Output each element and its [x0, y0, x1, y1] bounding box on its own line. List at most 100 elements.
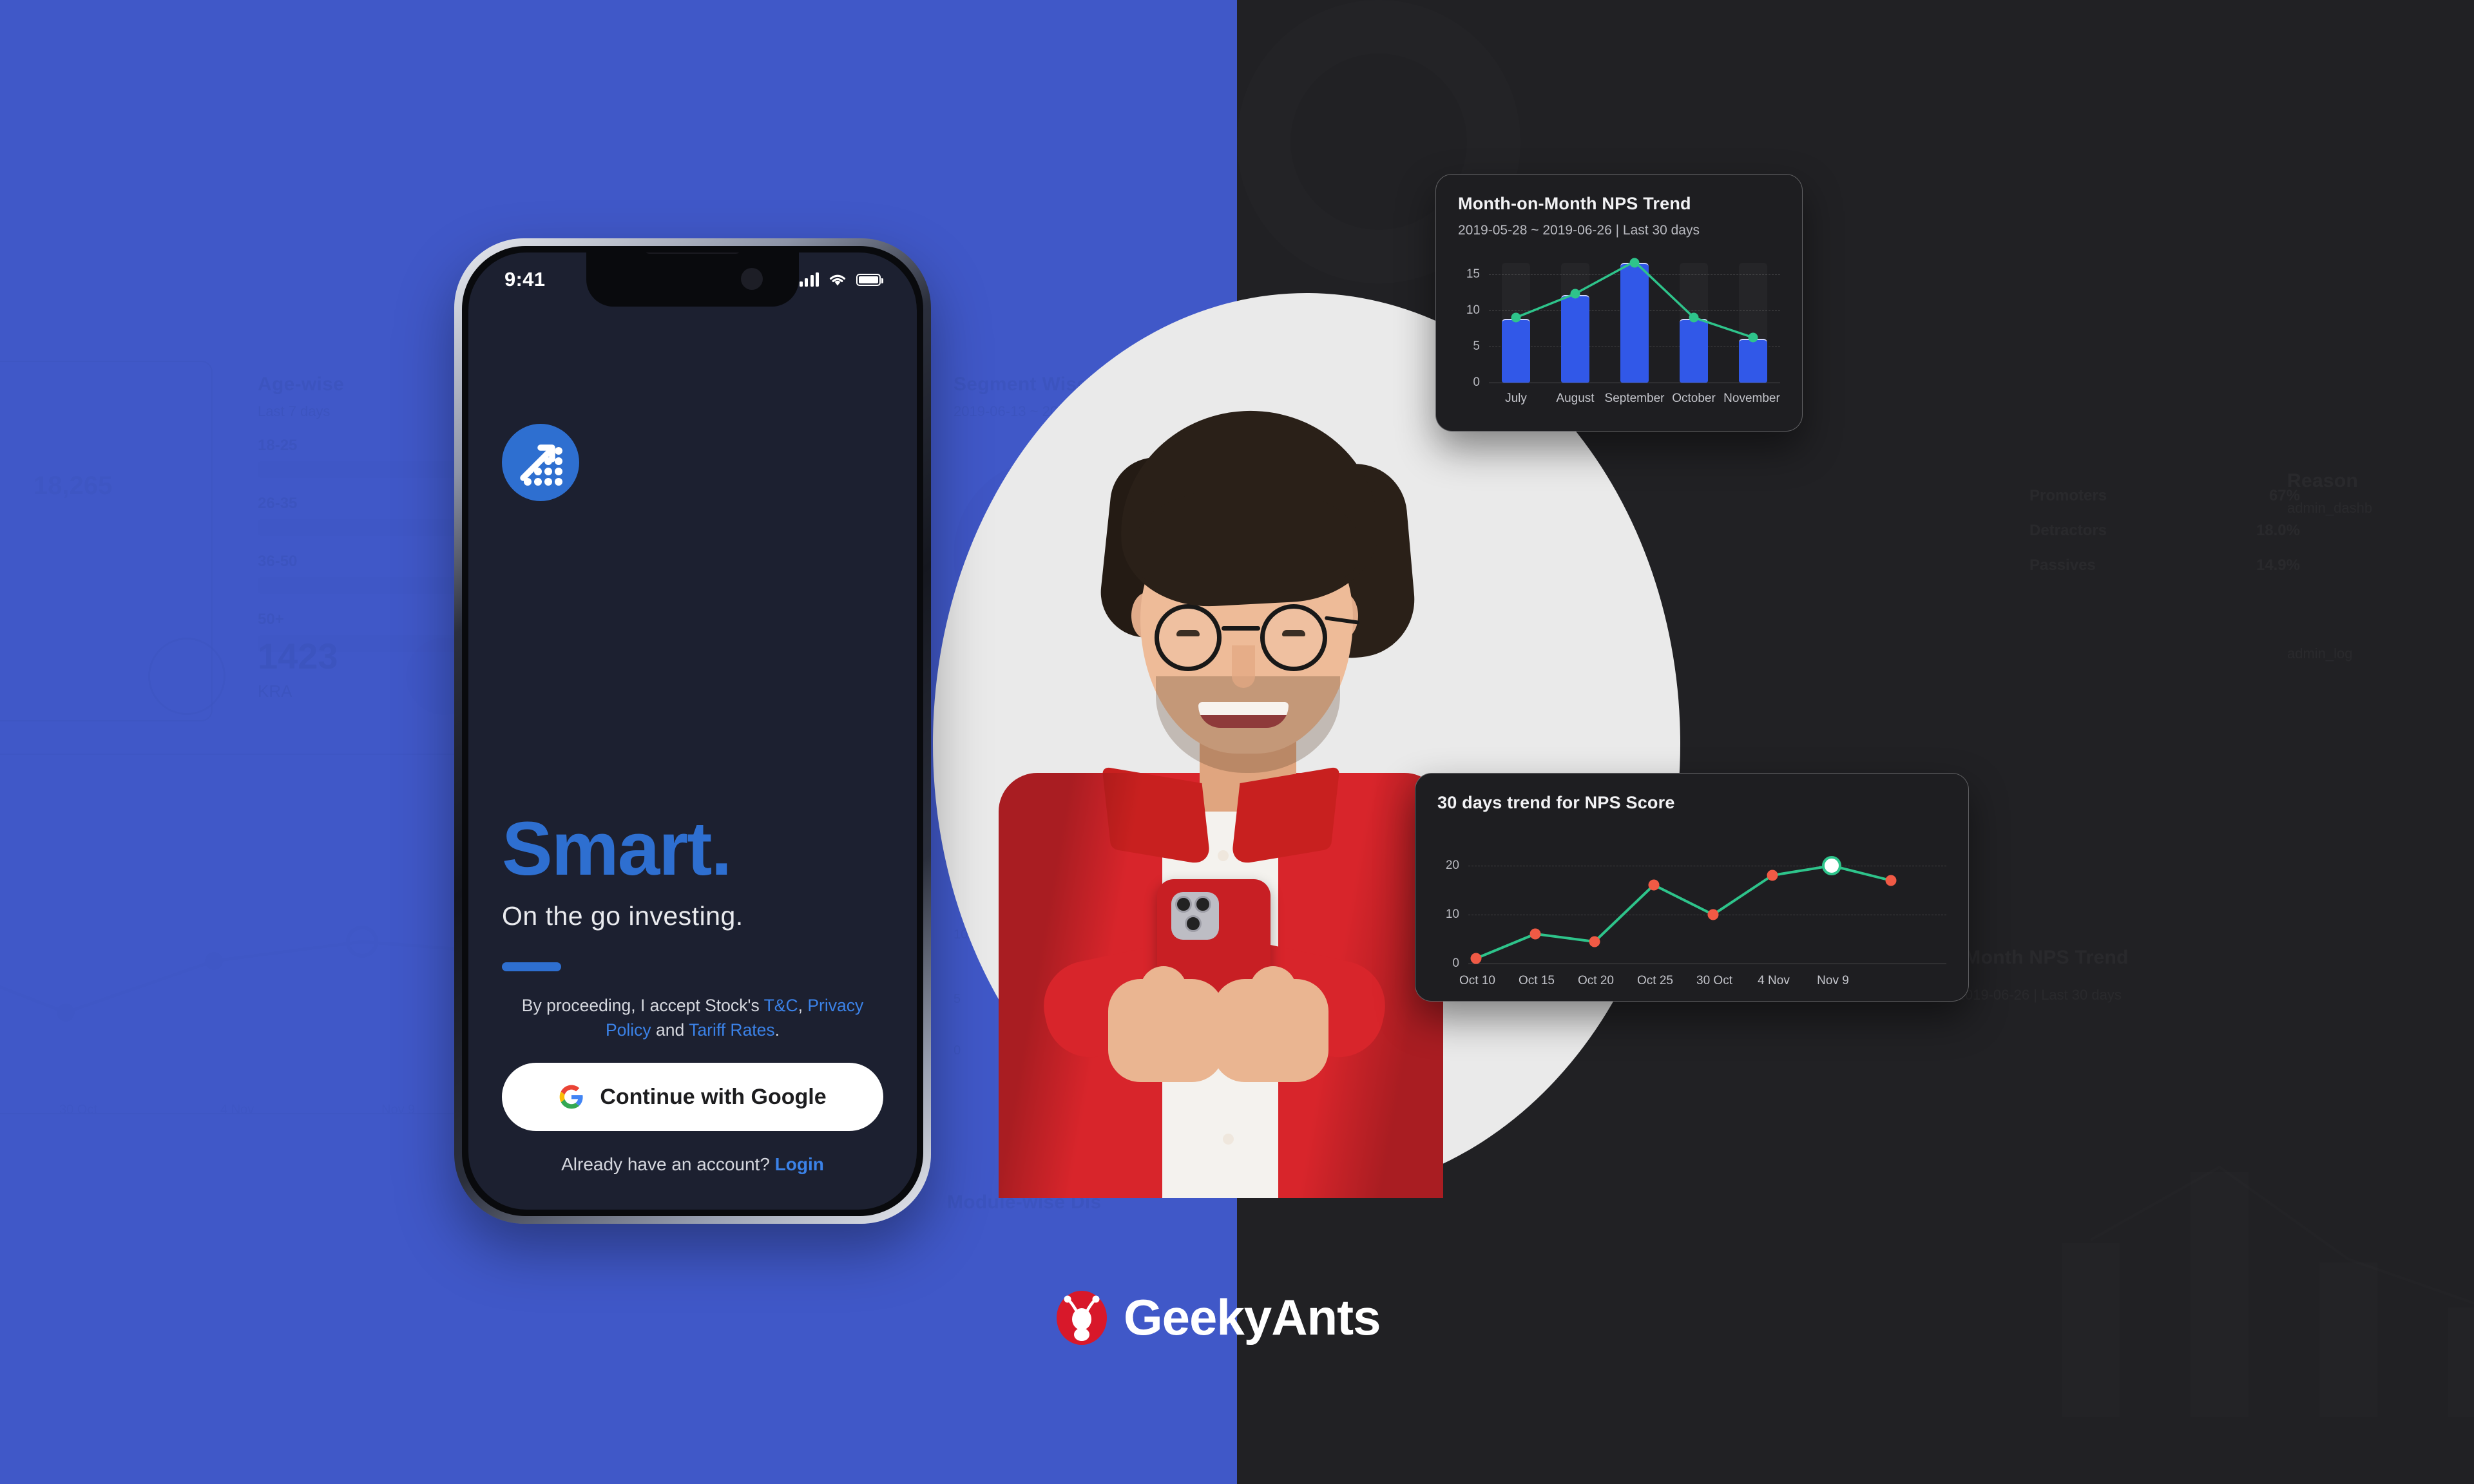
- tariff-rates-link[interactable]: Tariff Rates: [689, 1020, 775, 1040]
- trend-series-area: [1468, 848, 1946, 964]
- status-icon-group: [799, 272, 883, 287]
- app-logo: [502, 424, 579, 501]
- ghost-kra-label: KRA: [258, 681, 292, 701]
- page-title: Smart.: [502, 806, 732, 891]
- cellular-bars-icon: [799, 272, 819, 287]
- continue-with-google-label: Continue with Google: [600, 1084, 827, 1109]
- trend-ytick-20: 20: [1445, 859, 1459, 872]
- trend-point: [1767, 870, 1778, 881]
- trend-point: [1529, 928, 1541, 940]
- login-prompt-text: Already have an account?: [561, 1154, 775, 1174]
- ghost-right-bars: [1946, 1095, 2474, 1417]
- login-link[interactable]: Login: [775, 1154, 824, 1174]
- person-fringe: [1133, 490, 1362, 586]
- legal-text: By proceeding, I accept Stock's T&C, Pri…: [502, 993, 883, 1042]
- brand-footer: GeekyAnts: [1057, 1288, 1381, 1347]
- nps-line-point: [1748, 332, 1758, 343]
- onboarding-footer: By proceeding, I accept Stock's T&C, Pri…: [502, 993, 883, 1210]
- trend-point: [1707, 909, 1719, 920]
- nps-line-point: [1511, 312, 1521, 323]
- terms-link[interactable]: T&C: [764, 996, 798, 1015]
- trend-ytick-0: 0: [1452, 956, 1459, 970]
- held-phone-camera-module-icon: [1171, 892, 1219, 940]
- trend-xtick-nov9: Nov 9: [1817, 974, 1849, 987]
- ghost-legend-label: Detractors: [2029, 522, 2107, 540]
- ghost-stats-card: ses 18,265 200 Old Users: [0, 361, 213, 721]
- trend-xtick-30oct: 30 Oct: [1696, 974, 1732, 987]
- login-prompt: Already have an account? Login: [502, 1154, 883, 1175]
- nps-xtick-november: November: [1723, 392, 1780, 405]
- legal-prefix: By proceeding, I accept Stock's: [521, 995, 764, 1015]
- trend-xtick-4nov: 4 Nov: [1758, 974, 1790, 987]
- ghost-legend-row: Passives 14.9%: [2029, 556, 2300, 575]
- google-g-icon: [560, 1085, 583, 1109]
- camera-lens-icon: [1194, 896, 1211, 913]
- ant-head-glyph: [1064, 1295, 1100, 1341]
- ghost-legend-label: Passives: [2029, 556, 2096, 575]
- ghost-age-bar-fill: [258, 519, 398, 536]
- legal-sep: ,: [798, 995, 808, 1015]
- ghost-legend-value: 18.0%: [2256, 522, 2300, 540]
- eyeglasses-bridge-icon: [1222, 626, 1260, 631]
- ghost-legend-row: Promoters 67%: [2029, 487, 2300, 505]
- ghost-age-label: 26-35: [258, 495, 298, 512]
- ghost-trend-tick: 30 Oct: [59, 1103, 97, 1118]
- trend-xtick-oct20: Oct 20: [1578, 974, 1614, 987]
- status-bar: 9:41: [468, 252, 917, 307]
- nps-xtick-july: July: [1505, 392, 1527, 405]
- onboarding-content: Smart. On the go investing. By proceedin…: [468, 307, 917, 1210]
- eyeglasses-right-lens-icon: [1260, 604, 1327, 671]
- ghost-trend-tick: Nov 9: [381, 1103, 415, 1118]
- person-shirt-button: [1223, 1134, 1234, 1145]
- camera-lens-icon: [1185, 915, 1202, 932]
- ghost-legend-value: 14.9%: [2256, 556, 2300, 575]
- ghost-age-bar-fill: [258, 577, 464, 594]
- nps-xtick-october: October: [1672, 392, 1716, 405]
- ghost-gauge-icon: [148, 638, 225, 715]
- battery-icon: [856, 273, 883, 286]
- ghost-reason-table: Reason admin_dashb admin_log: [2287, 470, 2474, 662]
- ghost-table-cell2: admin_log: [2287, 645, 2474, 662]
- legal-sep: and: [651, 1020, 689, 1040]
- ghost-age-label: 18-25: [258, 437, 298, 454]
- ghost-age-bar-fill: [258, 635, 410, 652]
- nps-card-subtitle: 2019-05-28 ~ 2019-06-26 | Last 30 days: [1458, 223, 1700, 238]
- camera-lens-icon: [1175, 896, 1192, 913]
- ghost-responses-value: 18,265: [34, 471, 112, 500]
- person-mouth: [1198, 702, 1289, 728]
- trend-point: [1589, 936, 1600, 947]
- trend-card-title: 30 days trend for NPS Score: [1437, 793, 1675, 812]
- person-thumb-right: [1250, 966, 1296, 1043]
- person-shirt-button: [1218, 850, 1229, 861]
- phone-screen: 9:41 Smart. On the go investing. By proc…: [468, 252, 917, 1210]
- ghost-legend-row: Detractors 18.0%: [2029, 522, 2300, 540]
- person-thumb-left: [1140, 966, 1187, 1043]
- ghost-age-label: 36-50: [258, 553, 298, 570]
- trend-xtick-oct15: Oct 15: [1519, 974, 1555, 987]
- continue-with-google-button[interactable]: Continue with Google: [502, 1063, 883, 1131]
- person-nose: [1232, 645, 1255, 688]
- hero-copy: Smart. On the go investing.: [502, 811, 883, 993]
- nps-ytick-15: 15: [1466, 267, 1480, 281]
- ghost-trend-tick: 4 Nov: [220, 1103, 254, 1118]
- ghost-age-label: 50+: [258, 611, 284, 628]
- trend-xtick-oct10: Oct 10: [1459, 974, 1495, 987]
- ghost-table-cell1: admin_dashb: [2287, 500, 2474, 517]
- ghost-legend-value: 67%: [2269, 487, 2300, 505]
- trend-line-path: [1475, 864, 1892, 960]
- growth-arrow-dots-icon: [520, 444, 562, 486]
- page-subtitle: On the go investing.: [502, 900, 743, 931]
- person-photo: [947, 399, 1488, 1198]
- ghost-donut-legend: Promoters 67% Detractors 18.0% Passives …: [2029, 470, 2300, 575]
- trend-point: [1648, 879, 1660, 891]
- nps-line-point: [1629, 258, 1640, 268]
- nps-ytick-5: 5: [1473, 339, 1480, 353]
- nps-bars-area: [1489, 258, 1780, 383]
- nps-xtick-september: September: [1604, 392, 1665, 405]
- nps-line-point: [1689, 312, 1699, 323]
- status-clock: 9:41: [504, 268, 546, 290]
- trend-line-plot: 20 10 0 Oct 10 Oct 15 Oct 20 Oct 25 30 O…: [1437, 848, 1946, 987]
- eyeglasses-left-lens-icon: [1155, 604, 1222, 671]
- nps-bar-plot: 15 10 5 0 July August September October …: [1458, 258, 1780, 405]
- ghost-table-col1: Reason: [2287, 470, 2474, 492]
